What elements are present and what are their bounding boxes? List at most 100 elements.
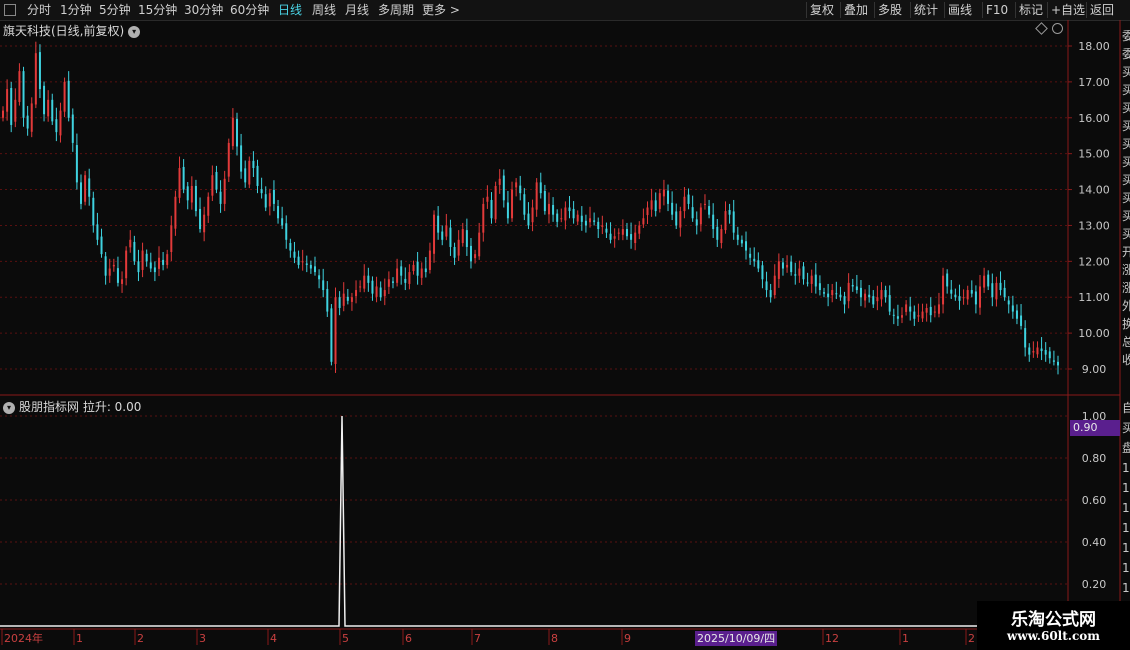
candle-body: [1032, 351, 1035, 353]
candle-body: [268, 193, 271, 207]
candle-body: [966, 290, 969, 300]
candle-body: [260, 189, 263, 194]
candle-body: [190, 185, 193, 203]
chevron-down-icon[interactable]: ▾: [128, 25, 141, 38]
candle-body: [843, 296, 846, 305]
candle-body: [137, 261, 140, 273]
price-axis-label: 14.00: [1078, 184, 1110, 197]
right-panel-text: 买: [1122, 155, 1130, 169]
x-axis-label: 1: [76, 632, 83, 645]
candle-body: [1044, 349, 1047, 355]
candle-body: [244, 168, 247, 183]
x-axis-label: 4: [270, 632, 277, 645]
candle-body: [589, 218, 592, 223]
candle-body: [38, 52, 41, 90]
candle-body: [26, 115, 29, 129]
candle-body: [51, 99, 54, 122]
candle-body: [658, 193, 661, 209]
right-panel-text: 收: [1122, 353, 1130, 367]
watermark-title: 乐淘公式网: [1011, 610, 1096, 630]
chevron-down-icon[interactable]: ▾: [3, 401, 15, 414]
right-panel-text-lower: 1: [1122, 481, 1130, 495]
candle-body: [753, 258, 756, 262]
candle-body: [543, 190, 546, 212]
candle-body: [478, 232, 481, 257]
candle-body: [330, 308, 333, 362]
candle-body: [433, 214, 436, 254]
candle-body: [342, 293, 345, 306]
price-axis-label: 18.00: [1078, 40, 1110, 53]
candle-body: [387, 279, 390, 287]
candle-body: [318, 275, 321, 280]
right-panel-text: 委: [1122, 47, 1130, 61]
x-axis-label: 5: [342, 632, 349, 645]
candle-body: [864, 293, 867, 301]
right-panel-text-lower: 盘: [1122, 440, 1130, 455]
candle-body: [613, 236, 616, 239]
candle-body: [194, 185, 197, 212]
chart-title-text: 旗天科技(日线,前复权): [3, 24, 125, 38]
circle-icon[interactable]: [1052, 23, 1063, 34]
candle-body: [1011, 305, 1014, 312]
candle-body: [125, 250, 128, 279]
candle-body: [942, 275, 945, 305]
candle-body: [71, 114, 74, 143]
right-panel-text-lower: 买: [1122, 421, 1130, 435]
candle-body: [322, 280, 325, 291]
candle-body: [917, 315, 920, 317]
cursor-date-tag: 2025/10/09/四: [695, 631, 778, 646]
candle-body: [798, 268, 801, 276]
indicator-axis-label: 0.40: [1082, 536, 1107, 549]
candle-body: [1015, 310, 1018, 319]
candle-body: [289, 243, 292, 251]
candle-body: [412, 264, 415, 272]
candle-body: [18, 71, 21, 102]
candle-body: [527, 213, 530, 226]
candle-body: [687, 194, 690, 204]
candle-body: [519, 185, 522, 194]
candle-body: [63, 81, 66, 112]
candle-body: [84, 175, 87, 202]
right-panel-text: 涨: [1122, 262, 1130, 277]
candle-body: [404, 278, 407, 283]
right-panel-text: 买: [1122, 83, 1130, 97]
candle-body: [979, 286, 982, 308]
indicator-axis-label: 0.20: [1082, 578, 1107, 591]
candle-body: [851, 285, 854, 287]
candle-body: [186, 186, 189, 201]
candle-body: [469, 245, 472, 262]
candle-body: [166, 254, 169, 265]
candle-body: [818, 283, 821, 291]
candle-body: [231, 117, 234, 147]
price-axis-label: 13.00: [1078, 219, 1110, 232]
candle-body: [691, 207, 694, 219]
candle-body: [92, 197, 95, 226]
candle-body: [162, 259, 165, 265]
candle-body: [720, 229, 723, 244]
candle-body: [855, 286, 858, 291]
candle-body: [285, 223, 288, 240]
candle-body: [506, 202, 509, 219]
candle-body: [207, 196, 210, 216]
candle-body: [461, 229, 464, 244]
candle-body: [601, 225, 604, 227]
chart-title: 旗天科技(日线,前复权) ▾: [3, 22, 141, 39]
signal-line: [0, 415, 1068, 627]
candle-body: [43, 85, 46, 115]
candle-body: [671, 202, 674, 215]
right-panel-text-lower: 1: [1122, 541, 1130, 555]
candle-body: [129, 239, 132, 248]
candle-body: [116, 268, 119, 283]
candle-body: [494, 185, 497, 220]
candle-body: [502, 175, 505, 201]
candle-body: [765, 281, 768, 291]
candle-body: [416, 261, 419, 276]
candle-body: [654, 200, 657, 212]
x-axis-label: 2: [137, 632, 144, 645]
candle-body: [1028, 347, 1031, 355]
candle-body: [1024, 328, 1027, 348]
candle-body: [999, 282, 1002, 291]
candle-body: [133, 241, 136, 262]
candle-body: [199, 208, 202, 230]
candle-body: [884, 290, 887, 298]
